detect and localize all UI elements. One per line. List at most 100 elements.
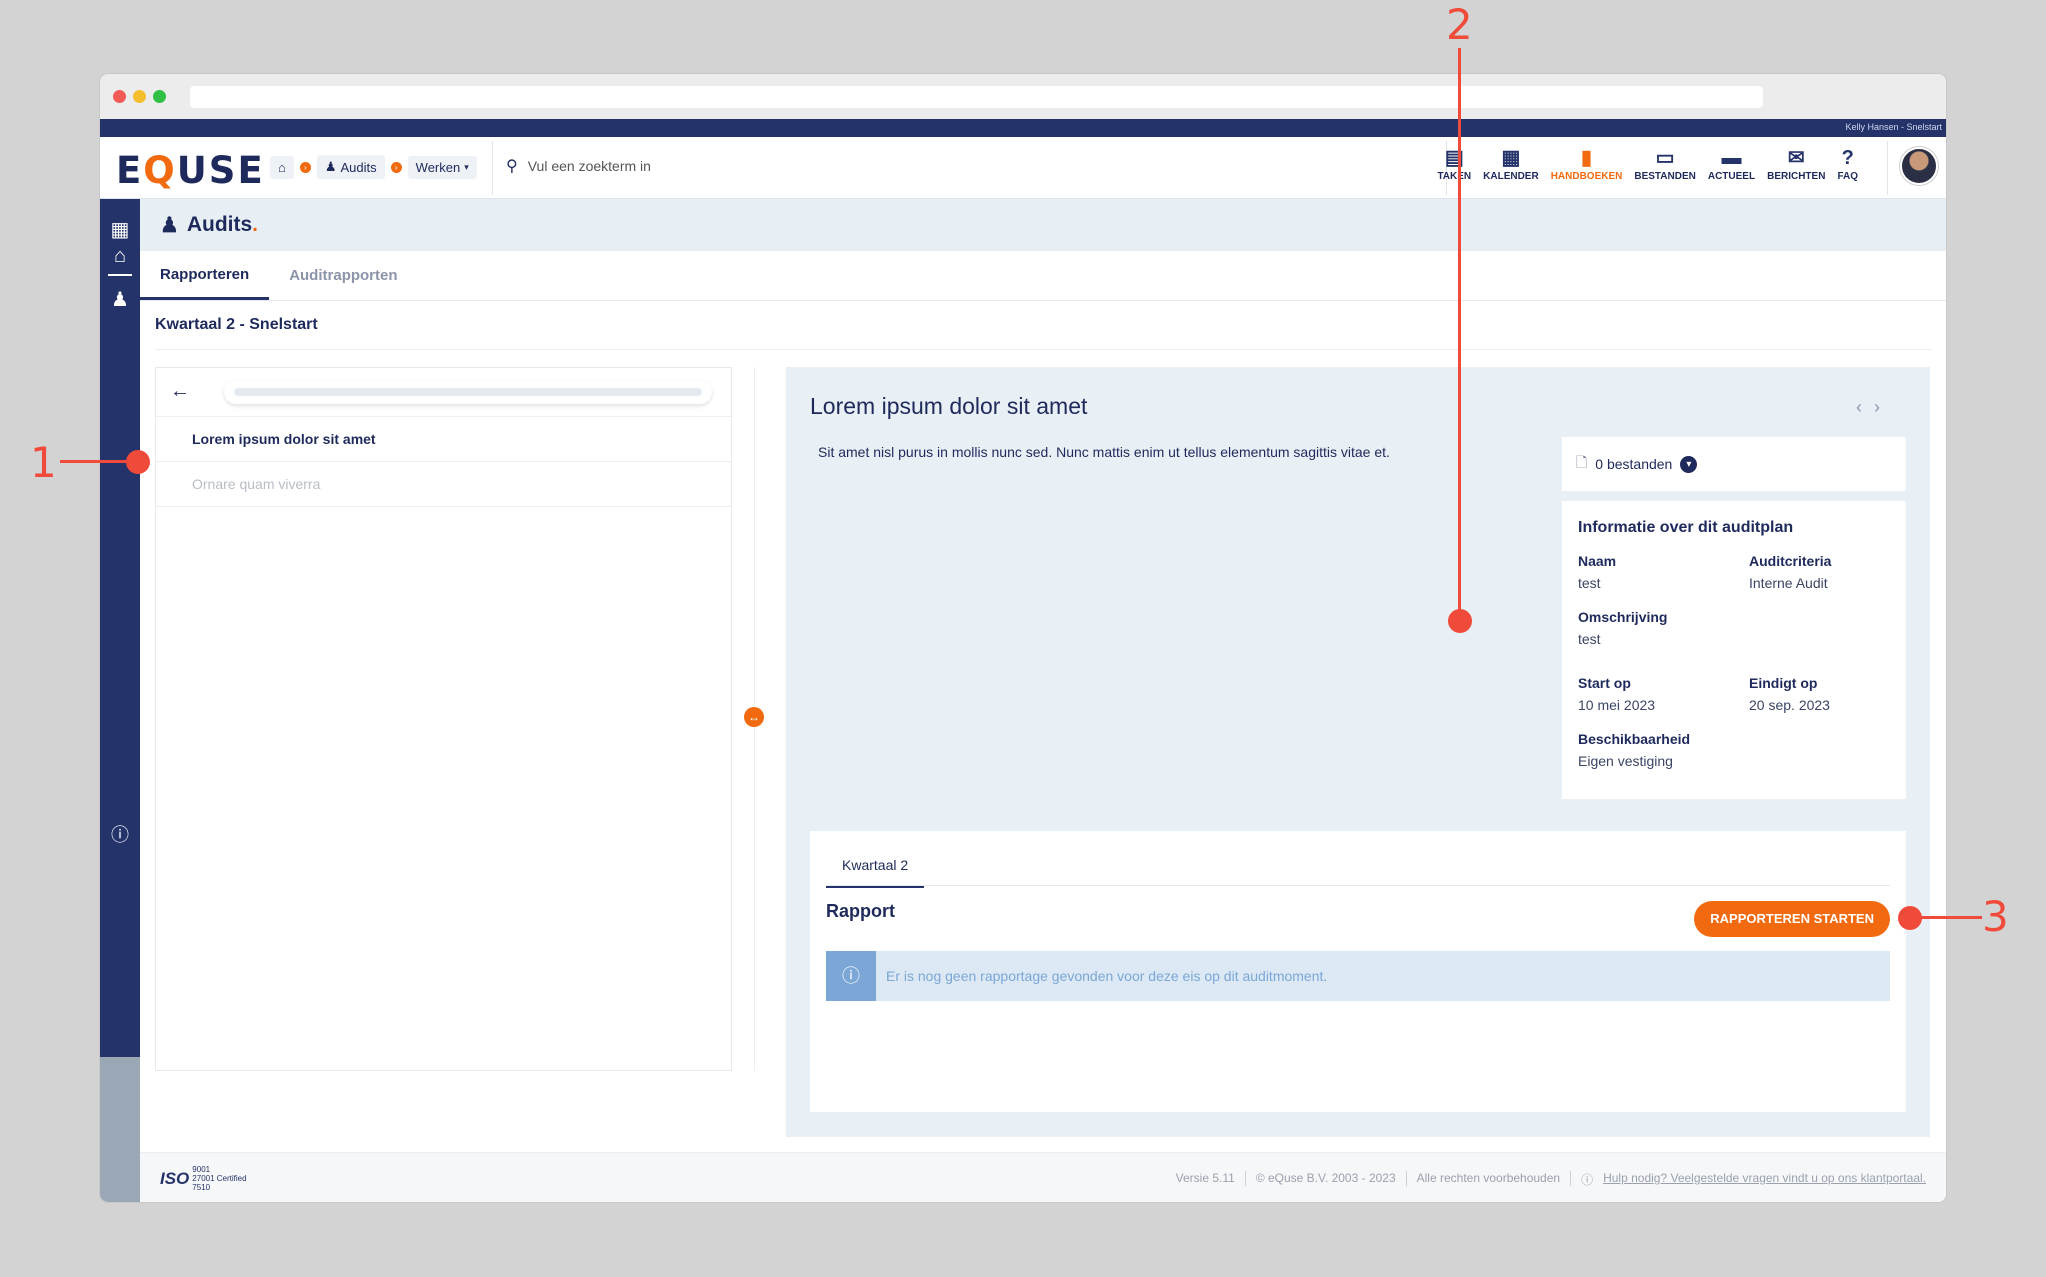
close-window-button[interactable]	[113, 90, 126, 103]
field-auditcriteria: Auditcriteria Interne Audit	[1749, 553, 1832, 591]
chevron-right-icon[interactable]: ›	[1874, 397, 1892, 417]
report-title: Rapport	[826, 901, 895, 921]
stamp-icon: ♟	[160, 213, 179, 237]
page-title: Audits.	[186, 213, 258, 236]
version-text: Versie 5.11	[1175, 1171, 1235, 1185]
sidebar: ▦ ⌂ ♟ ⓘ	[100, 199, 140, 1202]
browser-chrome	[100, 74, 1946, 119]
help-icon[interactable]: ⓘ	[100, 821, 140, 847]
info-icon: ⓘ	[826, 951, 876, 1001]
field-naam: Naam test	[1578, 553, 1617, 591]
nav-berichten[interactable]: ✉ BERICHTEN	[1761, 145, 1831, 182]
annotation-dot-2	[1448, 609, 1472, 633]
nav-bestanden[interactable]: ▭ BESTANDEN	[1628, 145, 1701, 182]
user-name: Kelly Hansen - Snelstart	[1845, 122, 1942, 132]
page-header: ♟ Audits.	[140, 199, 1946, 251]
search-bar: ⚲	[506, 156, 1028, 176]
field-beschikbaarheid: Beschikbaarheid Eigen vestiging	[1578, 731, 1691, 769]
list-toolbar: ←	[156, 368, 731, 417]
field-start: Start op 10 mei 2023	[1578, 675, 1656, 713]
home-icon[interactable]: ⌂	[100, 245, 140, 276]
arrow-left-icon[interactable]: ←	[170, 380, 190, 403]
newspaper-icon: ▬	[1721, 147, 1742, 169]
equse-logo[interactable]: EQUSE	[116, 149, 265, 192]
detail-description: Sit amet nisl purus in mollis nunc sed. …	[818, 444, 1390, 460]
header-divider	[1887, 141, 1888, 195]
file-icon: 🗋	[1576, 454, 1588, 470]
top-navigation: ▤ TAKEN ▦ KALENDER ▮ HANDBOEKEN ▭ BESTANDEN …	[1431, 145, 1864, 182]
detail-panel: Lorem ipsum dolor sit amet ‹› Sit amet n…	[786, 367, 1930, 1137]
nav-handboeken[interactable]: ▮ HANDBOEKEN	[1545, 145, 1629, 182]
annotation-label-2: 2	[1446, 0, 1473, 49]
field-omschrijving: Omschrijving test	[1578, 609, 1668, 647]
alert-text: Er is nog geen rapportage gevonden voor …	[886, 968, 1328, 984]
footer: ISO 9001 27001 Certified 7510 Versie 5.11 …	[140, 1152, 1946, 1202]
nav-kalender[interactable]: ▦ KALENDER	[1477, 145, 1545, 182]
search-icon: ⚲	[506, 158, 518, 175]
search-input[interactable]	[527, 158, 1028, 174]
book-icon: ▮	[1581, 147, 1593, 169]
nav-actueel[interactable]: ▬ ACTUEEL	[1702, 145, 1761, 182]
apps-grid-icon[interactable]: ▦	[100, 217, 140, 242]
nav-taken[interactable]: ▤ TAKEN	[1431, 145, 1477, 182]
annotation-label-1: 1	[30, 438, 57, 487]
address-bar[interactable]	[190, 86, 1763, 108]
detail-pager: ‹›	[1856, 397, 1892, 418]
footer-info: Versie 5.11 © eQuse B.V. 2003 - 2023 All…	[1176, 1171, 1926, 1188]
breadcrumb-audits[interactable]: ♟ Audits	[316, 155, 385, 179]
list-item[interactable]: Lorem ipsum dolor sit amet	[156, 417, 731, 462]
breadcrumb-home[interactable]: ⌂	[270, 155, 294, 179]
copyright-text: © eQuse B.V. 2003 - 2023	[1255, 1171, 1396, 1185]
app-header: EQUSE ⌂ › ♟Audits › Werken▾ ⚲ ▤TAKEN ▦KA…	[100, 137, 1946, 199]
chevron-left-icon[interactable]: ‹	[1856, 397, 1874, 417]
question-icon: ?	[1841, 147, 1854, 169]
divider	[1405, 1171, 1407, 1186]
report-card: Kwartaal 2 Rapport RAPPORTEREN STARTEN ⓘ…	[810, 831, 1906, 1112]
browser-window: Kelly Hansen - Snelstart EQUSE ⌂ › ♟ Audi…	[100, 74, 1946, 1202]
divider	[1244, 1171, 1246, 1186]
help-link[interactable]: Hulp nodig? Veelgestelde vragen vindt u …	[1603, 1171, 1926, 1188]
tab-bar: Rapporteren Auditrapporten	[140, 251, 1946, 301]
tab-auditrapporten[interactable]: Auditrapporten	[269, 251, 417, 300]
divider	[155, 349, 1932, 350]
user-avatar[interactable]	[1900, 147, 1938, 185]
main-content: ♟ Audits. Rapporteren Auditrapporten Kwa…	[140, 199, 1946, 1202]
section-title: Kwartaal 2 - Snelstart	[155, 316, 318, 333]
stamp-icon[interactable]: ♟	[100, 287, 140, 312]
field-eind: Eindigt op 20 sep. 2023	[1749, 675, 1830, 713]
annotation-line-2	[1458, 48, 1461, 623]
calendar-icon: ▦	[1501, 147, 1521, 169]
progress-bar	[224, 380, 712, 404]
tab-kwartaal-2[interactable]: Kwartaal 2	[826, 845, 925, 888]
start-reporting-button[interactable]: RAPPORTEREN STARTEN	[1694, 901, 1890, 937]
resize-handle-icon[interactable]: ↔	[744, 707, 764, 727]
chevron-right-icon: ›	[299, 161, 311, 173]
chat-icon: ✉	[1787, 147, 1805, 169]
header-divider	[492, 141, 493, 195]
annotation-label-3: 3	[1982, 892, 2009, 941]
annotation-line-3	[1912, 916, 1982, 919]
chevron-down-icon: ▾	[1680, 455, 1698, 473]
sidebar-footer	[100, 1057, 140, 1202]
iso-certification-logo: ISO 9001 27001 Certified 7510	[160, 1165, 247, 1192]
files-toggle[interactable]: 🗋 0 bestanden ▾	[1562, 437, 1906, 491]
breadcrumb: ⌂ › ♟ Audits › Werken ▾	[270, 155, 477, 179]
divider	[1570, 1171, 1572, 1186]
list-item[interactable]: Ornare quam viverra	[156, 462, 731, 507]
divider	[826, 885, 1890, 886]
breadcrumb-werken-dropdown[interactable]: Werken ▾	[407, 155, 477, 179]
files-count: 0 bestanden	[1595, 456, 1673, 472]
auditplan-info: Informatie over dit auditplan Naam test A…	[1562, 501, 1906, 799]
archive-icon: ▭	[1655, 147, 1675, 169]
tab-rapporteren[interactable]: Rapporteren	[140, 251, 270, 300]
detail-title: Lorem ipsum dolor sit amet	[810, 393, 1088, 419]
help-circle-icon: ⓘ	[1581, 1173, 1594, 1187]
home-icon: ⌂	[278, 159, 286, 175]
chevron-right-icon: ›	[390, 161, 402, 173]
annotation-dot-1	[126, 450, 150, 474]
user-strip: Kelly Hansen - Snelstart	[100, 119, 1946, 137]
chevron-down-icon: ▾	[464, 161, 469, 172]
nav-faq[interactable]: ? FAQ	[1831, 145, 1864, 182]
minimize-window-button[interactable]	[133, 90, 146, 103]
maximize-window-button[interactable]	[153, 90, 166, 103]
